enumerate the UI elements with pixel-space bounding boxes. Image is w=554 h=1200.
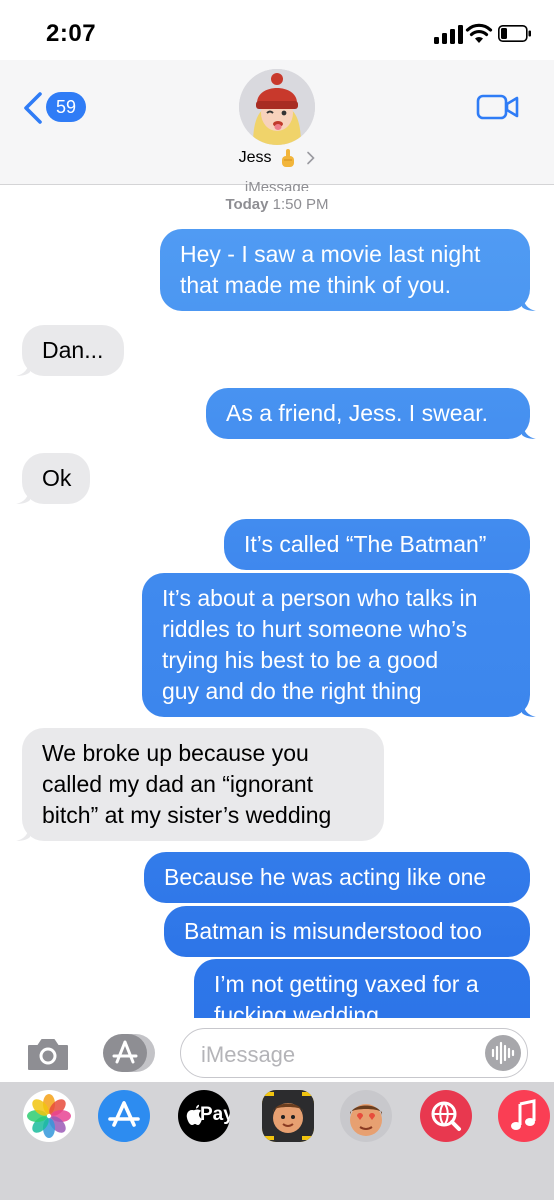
camera-icon[interactable]	[25, 1036, 71, 1072]
received-message-bubble[interactable]: We broke up because you called my dad an …	[16, 728, 384, 841]
message-line: that made me think of you.	[180, 272, 452, 298]
compose-bar: iMessage	[0, 1018, 554, 1086]
music-note-icon	[511, 1099, 536, 1130]
message-line: Dan...	[42, 337, 104, 363]
message-input[interactable]: iMessage	[180, 1028, 528, 1078]
memoji-face-icon	[262, 1090, 314, 1142]
photos-app-icon[interactable]	[23, 1090, 75, 1142]
sent-message-bubble[interactable]: As a friend, Jess. I swear.	[206, 388, 536, 439]
memoji-app-icon[interactable]	[262, 1090, 314, 1142]
photos-flower-icon	[27, 1094, 71, 1138]
bubble-tail	[522, 701, 536, 717]
message-line: fucking wedding	[214, 1002, 379, 1018]
bubble-tail	[522, 295, 536, 311]
apple-pay-label: Pay	[200, 1104, 230, 1125]
message-line: Because he was acting like one	[164, 864, 487, 890]
received-message-bubble[interactable]: Dan...	[16, 325, 124, 376]
globe-search-icon	[431, 1101, 461, 1131]
bubble-tail	[16, 825, 30, 841]
bubble-tail	[522, 423, 536, 439]
bubble-tail	[16, 360, 30, 376]
music-app-icon[interactable]	[498, 1090, 550, 1142]
sent-message-bubble[interactable]: Batman is misunderstood too	[164, 906, 530, 957]
message-line: Ok	[42, 465, 72, 491]
apple-pay-app-icon[interactable]: Pay	[178, 1090, 230, 1142]
memoji-stickers-icon	[350, 1104, 382, 1136]
waveform-icon	[491, 1041, 515, 1065]
message-line: We broke up because you	[42, 740, 309, 766]
app-drawer: Pay	[0, 1082, 554, 1200]
received-message-bubble[interactable]: Ok	[16, 453, 90, 504]
message-line: As a friend, Jess. I swear.	[226, 400, 489, 426]
message-line: It’s about a person who talks in	[162, 585, 478, 611]
message-line: riddles to hurt someone who’s	[162, 616, 468, 642]
message-thread: Hey - I saw a movie last night that made …	[0, 0, 554, 1018]
sent-message-bubble[interactable]: I’m not getting vaxed for a fucking weddi…	[194, 959, 530, 1018]
sent-message-bubble[interactable]: It’s about a person who talks in riddles …	[142, 573, 536, 717]
web-images-app-icon[interactable]	[420, 1090, 472, 1142]
message-line: I’m not getting vaxed for a	[214, 971, 479, 997]
message-line: Hey - I saw a movie last night	[180, 241, 481, 267]
message-line: trying his best to be a good	[162, 647, 439, 673]
sent-message-bubble[interactable]: It’s called “The Batman”	[224, 519, 530, 570]
sent-message-bubble[interactable]: Because he was acting like one	[144, 852, 530, 903]
app-store-apps-icon[interactable]	[101, 1033, 157, 1073]
audio-message-button[interactable]	[485, 1035, 521, 1071]
sent-message-bubble[interactable]: Hey - I saw a movie last night that made …	[160, 229, 536, 311]
message-line: It’s called “The Batman”	[244, 531, 487, 557]
app-store-a-icon	[108, 1101, 140, 1127]
message-line: called my dad an “ignorant	[42, 771, 314, 797]
bubble-tail	[16, 488, 30, 504]
app-store-app-icon[interactable]	[98, 1090, 150, 1142]
message-line: guy and do the right thing	[162, 678, 422, 704]
message-line: bitch” at my sister’s wedding	[42, 802, 332, 828]
message-input-placeholder: iMessage	[201, 1042, 296, 1067]
message-line: Batman is misunderstood too	[184, 918, 482, 944]
memoji-stickers-app-icon[interactable]	[340, 1090, 392, 1142]
